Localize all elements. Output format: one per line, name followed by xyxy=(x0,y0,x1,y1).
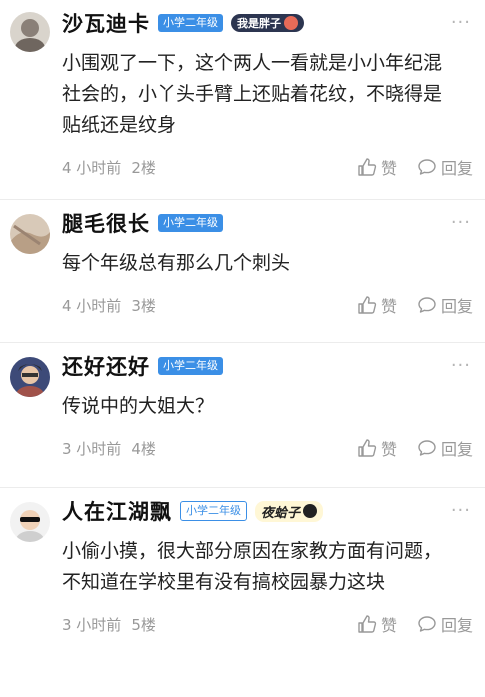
comment-text: 传说中的大姐大？ xyxy=(62,395,215,417)
thumbs-up-icon xyxy=(358,158,377,176)
comment-text: 小偷小摸，很大部分原因在家教方面有问题，不知道在学校里有没有搞校园暴力这块 xyxy=(62,540,443,593)
comment-floor: 2楼 xyxy=(131,158,156,177)
speech-bubble-icon xyxy=(418,440,436,456)
comment-item: 腿毛很长 小学二年级 ··· 每个年级总有那么几个刺头 4 小时前 3楼 赞 回… xyxy=(0,200,485,343)
comment-item: 沙瓦迪卡 小学二年级 我是胖子 ··· 小围观了一下，这个两人一看就是小小年纪混… xyxy=(0,0,485,200)
like-label: 赞 xyxy=(380,297,397,316)
speech-bubble-icon xyxy=(418,159,436,175)
like-button[interactable]: 赞 xyxy=(357,612,397,636)
grade-badge: 小学二年级 xyxy=(158,214,223,232)
reply-label: 回复 xyxy=(440,297,473,316)
medal-badge: 我是胖子 xyxy=(231,14,304,32)
thumbs-up-icon xyxy=(358,296,377,314)
like-label: 赞 xyxy=(380,159,397,178)
reply-button[interactable]: 回复 xyxy=(417,612,473,636)
avatar[interactable] xyxy=(10,214,50,254)
reply-label: 回复 xyxy=(440,159,473,178)
reply-label: 回复 xyxy=(440,440,473,459)
comment-item: 人在江湖飘 小学二年级 夜蛤子 ··· 小偷小摸，很大部分原因在家教方面有问题，… xyxy=(0,488,485,697)
more-options-icon[interactable]: ··· xyxy=(451,500,471,521)
speech-bubble-icon xyxy=(418,616,436,632)
comment-text: 每个年级总有那么几个刺头 xyxy=(62,252,291,274)
comment-text: 小围观了一下，这个两人一看就是小小年纪混社会的，小丫头手臂上还贴着花纹，不晓得是… xyxy=(62,52,443,136)
like-label: 赞 xyxy=(380,440,397,459)
comment-floor: 3楼 xyxy=(131,296,156,315)
medal-icon xyxy=(284,16,298,30)
reply-button[interactable]: 回复 xyxy=(417,293,473,317)
avatar[interactable] xyxy=(10,502,50,542)
comment-floor: 4楼 xyxy=(131,439,156,458)
more-options-icon[interactable]: ··· xyxy=(451,355,471,376)
comment-time: 4 小时前 xyxy=(62,296,122,315)
comment-item: 还好还好 小学二年级 ··· 传说中的大姐大？ 3 小时前 4楼 赞 回复 xyxy=(0,343,485,488)
like-label: 赞 xyxy=(380,616,397,635)
username[interactable]: 人在江湖飘 xyxy=(62,496,172,526)
comment-floor: 5楼 xyxy=(131,615,156,634)
reply-button[interactable]: 回复 xyxy=(417,155,473,179)
like-button[interactable]: 赞 xyxy=(357,436,397,460)
avatar[interactable] xyxy=(10,357,50,397)
comment-time: 4 小时前 xyxy=(62,158,122,177)
username[interactable]: 腿毛很长 xyxy=(62,208,150,238)
more-options-icon[interactable]: ··· xyxy=(451,212,471,233)
cat-icon xyxy=(303,504,318,518)
grade-badge: 小学二年级 xyxy=(180,501,247,521)
medal-text: 夜蛤子 xyxy=(261,505,301,521)
medal-badge: 夜蛤子 xyxy=(255,500,324,522)
comment-time: 3 小时前 xyxy=(62,439,122,458)
more-options-icon[interactable]: ··· xyxy=(451,12,471,33)
username[interactable]: 还好还好 xyxy=(62,351,150,381)
avatar[interactable] xyxy=(10,12,50,52)
like-button[interactable]: 赞 xyxy=(357,293,397,317)
speech-bubble-icon xyxy=(418,297,436,313)
reply-button[interactable]: 回复 xyxy=(417,436,473,460)
comment-time: 3 小时前 xyxy=(62,615,122,634)
reply-label: 回复 xyxy=(440,616,473,635)
like-button[interactable]: 赞 xyxy=(357,155,397,179)
medal-text: 我是胖子 xyxy=(237,17,281,30)
grade-badge: 小学二年级 xyxy=(158,14,223,32)
grade-badge: 小学二年级 xyxy=(158,357,223,375)
username[interactable]: 沙瓦迪卡 xyxy=(62,8,150,38)
thumbs-up-icon xyxy=(358,439,377,457)
thumbs-up-icon xyxy=(358,615,377,633)
